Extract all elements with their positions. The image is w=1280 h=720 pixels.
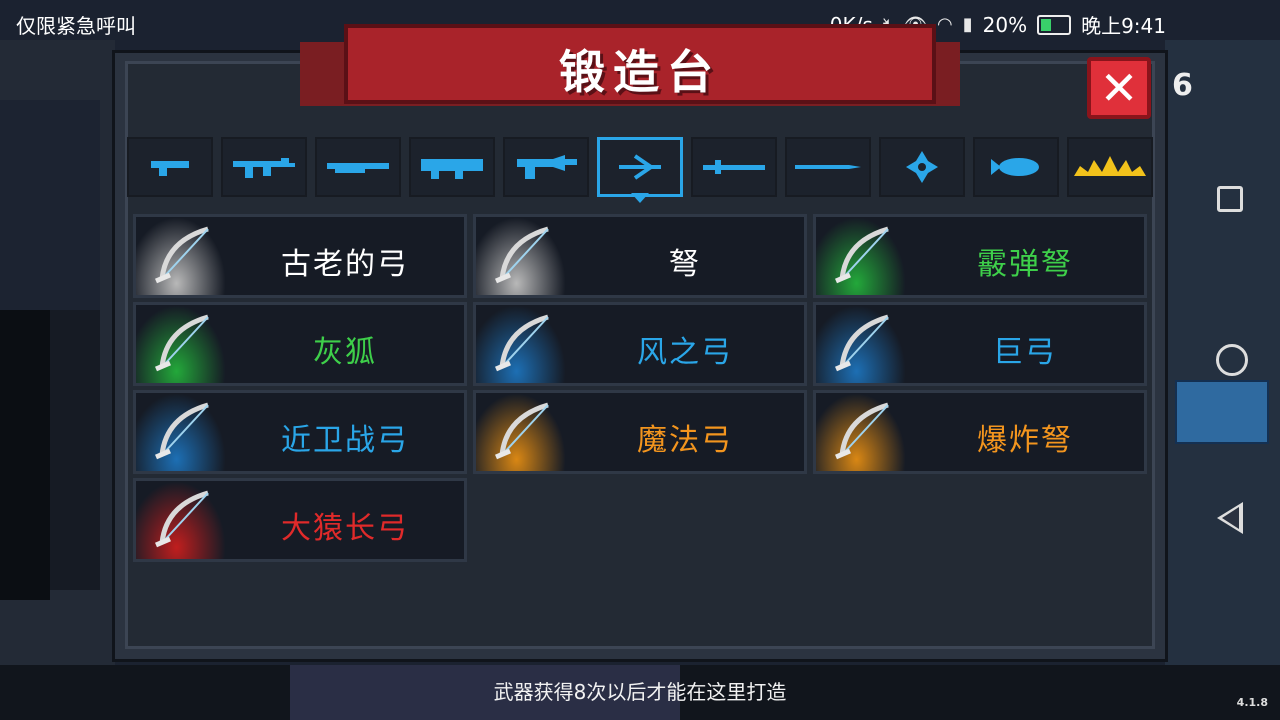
category-tabs [127, 137, 1157, 199]
tab-pistol[interactable] [127, 137, 213, 197]
weapon-card[interactable]: 霰弹弩 [813, 214, 1147, 298]
weapon-card[interactable]: 大猿长弓 [133, 478, 467, 562]
shuriken-icon [906, 151, 938, 183]
title-banner: 锻造台 [344, 24, 936, 104]
tab-special[interactable] [1067, 137, 1153, 197]
rifle-icon [233, 158, 295, 178]
weapon-name: 爆炸弩 [977, 423, 1073, 458]
energy-gun-icon [517, 155, 577, 179]
weapon-card[interactable]: 近卫战弓 [133, 390, 467, 474]
tab-sword[interactable] [691, 137, 777, 197]
battery-percent: 20% [982, 12, 1028, 37]
weapon-name: 霰弹弩 [977, 247, 1073, 282]
shotgun-icon [327, 163, 389, 173]
explosive-crossbow-icon [816, 393, 906, 471]
spear-icon [795, 165, 861, 169]
battery-icon [1037, 14, 1072, 35]
weapon-card[interactable]: 爆炸弩 [813, 390, 1147, 474]
weapon-name: 古老的弓 [281, 247, 409, 282]
wifi-icon: ◠ [937, 14, 953, 35]
tab-fish[interactable] [973, 137, 1059, 197]
background-monitor [1175, 380, 1269, 444]
back-button[interactable] [1217, 502, 1243, 534]
weapon-name: 灰狐 [313, 335, 377, 370]
weapon-name: 魔法弓 [637, 423, 733, 458]
tab-bow[interactable] [597, 137, 683, 197]
weapon-name: 近卫战弓 [281, 423, 409, 458]
version-label: 4.1.8 [1236, 696, 1268, 709]
grey-fox-crossbow-icon [136, 305, 226, 383]
close-icon: ✕ [1099, 61, 1139, 115]
tab-energy[interactable] [503, 137, 589, 197]
weapon-card[interactable]: 古老的弓 [133, 214, 467, 298]
crown-icon [1074, 156, 1146, 176]
weapon-card[interactable]: 灰狐 [133, 302, 467, 386]
clock: 晚上9:41 [1081, 14, 1166, 38]
weapon-card[interactable]: 风之弓 [473, 302, 807, 386]
bow-icon [619, 154, 661, 180]
weapon-grid: 古老的弓 弩 霰弹弩灰狐 风之弓 巨弓近卫战弓 魔法弓 爆炸弩大猿长弓 [133, 214, 1147, 564]
weapon-card[interactable]: 魔法弓 [473, 390, 807, 474]
shotgun-crossbow-icon [816, 217, 906, 295]
crossbow-icon [476, 217, 566, 295]
guard-bow-icon [136, 393, 226, 471]
fish-icon [991, 158, 1039, 176]
launcher-icon [421, 159, 483, 179]
pistol-icon [151, 161, 189, 176]
weapon-card[interactable]: 巨弓 [813, 302, 1147, 386]
ancient-bow-icon [136, 217, 226, 295]
tab-launcher[interactable] [409, 137, 495, 197]
magic-bow-icon [476, 393, 566, 471]
ape-longbow-icon [136, 481, 226, 559]
active-tab-indicator [631, 193, 649, 203]
page-title: 锻造台 [559, 45, 721, 99]
weapon-name: 大猿长弓 [281, 511, 409, 546]
background-left [0, 40, 115, 680]
giant-bow-icon [816, 305, 906, 383]
signal-icon: ▮ [962, 14, 973, 35]
close-button[interactable]: ✕ [1087, 57, 1151, 119]
wind-bow-icon [476, 305, 566, 383]
weapon-name: 弩 [669, 247, 701, 282]
tab-shotgun[interactable] [315, 137, 401, 197]
carrier-text: 仅限紧急呼叫 [16, 14, 136, 38]
weapon-card[interactable]: 弩 [473, 214, 807, 298]
weapon-name: 巨弓 [993, 335, 1057, 370]
tab-rifle[interactable] [221, 137, 307, 197]
forge-hint: 武器获得8次以后才能在这里打造 [493, 680, 787, 704]
home-button[interactable] [1216, 344, 1248, 376]
sword-icon [703, 160, 765, 174]
recent-apps-button[interactable] [1217, 186, 1243, 212]
tab-spear[interactable] [785, 137, 871, 197]
tab-shuriken[interactable] [879, 137, 965, 197]
weapon-name: 风之弓 [637, 335, 733, 370]
count-badge: 6 [1172, 68, 1193, 103]
